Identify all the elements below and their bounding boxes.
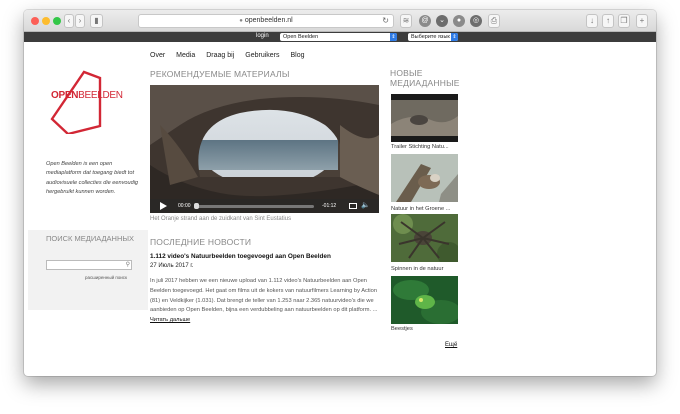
seek-bar[interactable] [194,205,314,208]
search-title: ПОИСК МЕДИАДАННЫХ [46,234,135,243]
nav-item-media[interactable]: Media [176,52,195,59]
browser-window: ‹ › ▮ ● openbeelden.nl ↻ ≋ @ ⌄ ● ◎ ⎙ ↓ ↑ … [24,10,656,376]
language-select[interactable]: Выберите язык ⇕ [408,33,458,41]
nav-item-over[interactable]: Over [150,52,165,59]
forward-button[interactable]: › [75,14,85,28]
zoom-window-button[interactable] [53,17,61,25]
globe-icon[interactable]: ◎ [470,15,482,27]
new-media-heading: НОВЫЕ МЕДИАДАННЫЕ [390,68,460,88]
reload-icon[interactable]: ↻ [382,15,389,27]
language-select-value: Выберите язык [411,34,450,40]
video-frame-image [150,85,379,213]
browser-toolbar: ‹ › ▮ ● openbeelden.nl ↻ ≋ @ ⌄ ● ◎ ⎙ ↓ ↑ … [24,10,656,32]
volume-icon[interactable]: 🔈 [361,201,370,209]
search-icon[interactable]: ⚲ [126,261,130,268]
address-bar[interactable]: ● openbeelden.nl ↻ [138,14,394,28]
thumbnail-image [391,94,458,142]
media-thumbnail-1[interactable] [391,94,458,142]
at-icon[interactable]: @ [419,15,431,27]
time-elapsed: 00:00 [178,203,191,209]
site-tagline: Open Beelden is een open mediaplatform d… [46,161,139,195]
media-caption-1[interactable]: Trailer Stichting Natu... [391,144,449,150]
share-icon[interactable]: ↑ [602,14,614,28]
fullscreen-icon[interactable] [349,203,357,209]
pocket-icon[interactable]: ⌄ [436,15,448,27]
video-caption[interactable]: Het Oranje strand aan de zuidkant van Si… [150,216,291,222]
news-title[interactable]: 1.112 video's Natuurbeelden toegevoegd a… [150,253,331,260]
thumbnail-image [391,276,458,324]
news-body: In juli 2017 hebben we een nieuwe upload… [150,277,382,326]
thumbnail-image [391,154,458,202]
more-media-link[interactable]: Ещё [445,342,457,348]
chevron-down-icon: ⇕ [451,33,458,41]
media-caption-2[interactable]: Natuur in het Groene ... [391,206,450,212]
pin-icon[interactable]: ● [453,15,465,27]
time-remaining: -01:12 [322,203,337,209]
close-window-button[interactable] [31,17,39,25]
download-icon[interactable]: ↓ [586,14,598,28]
tabs-icon[interactable]: ❐ [618,14,630,28]
nav-item-blog[interactable]: Blog [291,52,305,59]
media-caption-3[interactable]: Spinnen in de natuur [391,266,444,272]
new-tab-button[interactable]: + [636,14,648,28]
site-select-value: Open Beelden [283,34,319,40]
featured-heading: РЕКОМЕНДУЕМЫЕ МАТЕРИАЛЫ [150,69,290,79]
url-text: openbeelden.nl [244,17,293,24]
news-heading: ПОСЛЕДНИЕ НОВОСТИ [150,237,252,247]
media-thumbnail-3[interactable] [391,214,458,262]
site-select[interactable]: Open Beelden ⇕ [280,33,397,41]
sidebar-icon[interactable]: ▮ [90,14,103,28]
media-thumbnail-4[interactable] [391,276,458,324]
main-nav: Over Media Draag bij Gebruikers Blog [150,52,305,59]
logo-text: OPENBEELDEN [51,90,123,101]
login-link[interactable]: login [256,33,269,39]
media-caption-4[interactable]: Beestjes [391,326,413,332]
featured-video[interactable]: 00:00 -01:12 🔈 [150,85,379,213]
read-more-link[interactable]: Читать дальше [150,317,190,323]
search-panel: ПОИСК МЕДИАДАННЫХ ⚲ расширенный поиск [28,230,148,310]
site-top-bar: login Open Beelden ⇕ Выберите язык ⇕ [24,32,656,42]
media-thumbnail-2[interactable] [391,154,458,202]
news-text: In juli 2017 hebben we een nieuwe upload… [150,278,378,314]
lock-icon: ● [239,18,243,24]
chevron-down-icon: ⇕ [390,33,397,41]
thumbnail-image [391,214,458,262]
video-controls: 00:00 -01:12 🔈 [150,199,379,213]
nav-item-draag-bij[interactable]: Draag bij [206,52,234,59]
news-date: 27 Июль 2017 г. [150,263,194,269]
nav-item-gebruikers[interactable]: Gebruikers [245,52,279,59]
play-icon[interactable] [160,202,167,210]
rss-icon[interactable]: ≋ [400,14,412,28]
print-icon[interactable]: ⎙ [488,14,500,28]
back-button[interactable]: ‹ [64,14,74,28]
search-input[interactable]: ⚲ [46,260,132,270]
advanced-search-link[interactable]: расширенный поиск [85,275,127,280]
seek-handle[interactable] [194,203,199,209]
minimize-window-button[interactable] [42,17,50,25]
